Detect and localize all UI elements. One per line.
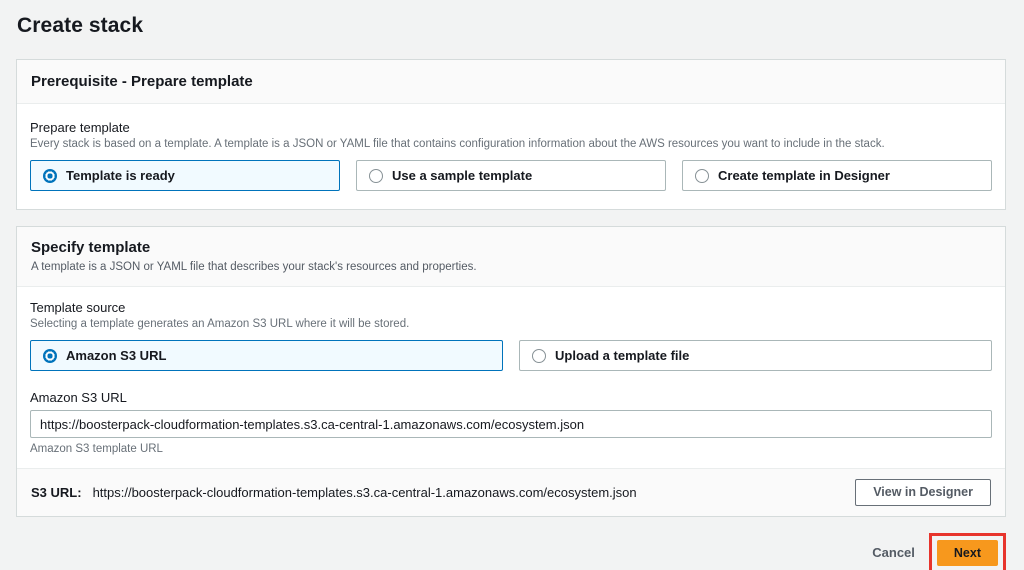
radio-tile-label: Amazon S3 URL: [66, 348, 167, 363]
s3-url-helper-text: Amazon S3 template URL: [30, 443, 163, 455]
s3-url-field-label: Amazon S3 URL: [30, 390, 127, 405]
radio-tile-label: Use a sample template: [392, 168, 533, 183]
prerequisite-card-title: Prerequisite - Prepare template: [31, 73, 253, 90]
specify-template-card-title: Specify template: [31, 239, 151, 256]
specify-template-card: Specify template A template is a JSON or…: [16, 226, 1006, 517]
radio-selected-icon: [43, 348, 57, 363]
radio-selected-icon: [43, 168, 57, 183]
create-stack-page: Create stack Prerequisite - Prepare temp…: [0, 0, 1024, 570]
prepare-template-description: Every stack is based on a template. A te…: [30, 138, 885, 150]
radio-unselected-icon: [369, 168, 383, 183]
s3-url-summary-label: S3 URL:: [31, 484, 82, 500]
s3-url-summary: S3 URL: https://boosterpack-cloudformati…: [31, 485, 637, 500]
template-source-label: Template source: [30, 300, 126, 315]
radio-unselected-icon: [695, 168, 709, 183]
prepare-template-radio-group: Template is ready Use a sample template …: [30, 160, 992, 191]
s3-url-summary-value: https://boosterpack-cloudformation-templ…: [92, 484, 637, 500]
specify-template-card-description: A template is a JSON or YAML file that d…: [31, 261, 477, 273]
prerequisite-card-header: Prerequisite - Prepare template: [17, 60, 1005, 104]
view-in-designer-button[interactable]: View in Designer: [855, 479, 991, 506]
prepare-template-label: Prepare template: [30, 120, 130, 135]
prerequisite-card-body: Prepare template Every stack is based on…: [17, 104, 1005, 209]
radio-tile-template-is-ready[interactable]: Template is ready: [30, 160, 340, 191]
radio-unselected-icon: [532, 348, 546, 363]
page-title: Create stack: [17, 14, 144, 37]
wizard-actions: Cancel Next: [16, 532, 1006, 570]
radio-tile-upload-template-file[interactable]: Upload a template file: [519, 340, 992, 371]
radio-tile-amazon-s3-url[interactable]: Amazon S3 URL: [30, 340, 503, 371]
radio-tile-label: Create template in Designer: [718, 168, 890, 183]
annotation-highlight-box: Next: [928, 532, 1006, 570]
template-source-description: Selecting a template generates an Amazon…: [30, 318, 410, 330]
prerequisite-card: Prerequisite - Prepare template Prepare …: [16, 59, 1006, 210]
specify-template-card-footer: S3 URL: https://boosterpack-cloudformati…: [17, 468, 1005, 516]
specify-template-card-header: Specify template A template is a JSON or…: [17, 227, 1005, 287]
specify-template-card-body: Template source Selecting a template gen…: [17, 287, 1005, 468]
template-source-radio-group: Amazon S3 URL Upload a template file: [30, 340, 992, 371]
cancel-button[interactable]: Cancel: [872, 545, 915, 560]
s3-url-input[interactable]: [30, 410, 992, 438]
radio-tile-label: Template is ready: [66, 168, 175, 183]
radio-tile-label: Upload a template file: [555, 348, 690, 363]
radio-tile-use-sample-template[interactable]: Use a sample template: [356, 160, 666, 191]
radio-tile-create-template-in-designer[interactable]: Create template in Designer: [682, 160, 992, 191]
next-button[interactable]: Next: [936, 539, 998, 566]
